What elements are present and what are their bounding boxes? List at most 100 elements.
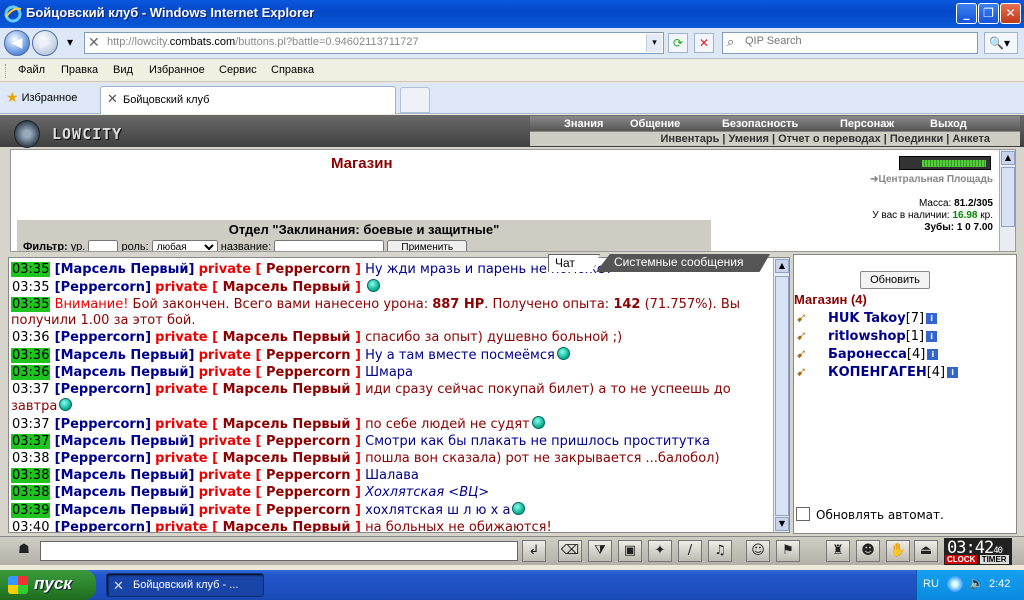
menu-file[interactable]: Файл: [18, 64, 45, 76]
user-row[interactable]: ➹ КОПЕНГАГЕН[4] i: [796, 365, 1006, 383]
start-button[interactable]: пуск: [0, 570, 96, 600]
chat-sender[interactable]: [Марсель Первый]: [55, 348, 195, 363]
chat-input[interactable]: [40, 541, 518, 561]
nav-exit[interactable]: Выход: [930, 118, 967, 130]
chat-sender[interactable]: [Марсель Первый]: [55, 503, 195, 518]
chat-scrollbar[interactable]: ▲ ▼: [773, 258, 789, 532]
tab-active[interactable]: ✕ Бойцовский клуб: [100, 86, 396, 114]
tab-chat[interactable]: Чат: [548, 254, 600, 272]
menu-edit[interactable]: Правка: [61, 64, 98, 76]
nav-communication[interactable]: Общение: [630, 118, 680, 130]
volume-icon[interactable]: 🔈: [969, 576, 984, 590]
spy-icon[interactable]: ☻: [856, 540, 880, 562]
clans-icon[interactable]: ⚑: [776, 540, 800, 562]
chat-time: 03:37: [11, 434, 51, 449]
tab-system-messages[interactable]: Системные сообщения: [596, 254, 770, 272]
address-dropdown-icon[interactable]: ▾: [646, 34, 662, 52]
menu-view[interactable]: Вид: [113, 64, 133, 76]
chat-sender[interactable]: [Peppercorn]: [55, 280, 151, 295]
fight-icon[interactable]: ✦: [648, 540, 672, 562]
user-nick: Баронесса: [828, 347, 907, 362]
search-go-button[interactable]: 🔍▾: [984, 32, 1018, 54]
filter-name-input[interactable]: [274, 240, 385, 251]
menu-tools[interactable]: Сервис: [219, 64, 257, 76]
language-indicator[interactable]: RU: [923, 578, 939, 590]
inventory-icon[interactable]: ♜: [826, 540, 850, 562]
scroll-up-icon[interactable]: ▲: [1001, 151, 1015, 165]
system-tray: RU 🔈 2:42: [916, 570, 1024, 600]
eraser-icon[interactable]: ⌫: [558, 540, 582, 562]
hand-icon[interactable]: ✋: [886, 540, 910, 562]
chat-scroll-up-icon[interactable]: ▲: [775, 259, 789, 273]
chat-sender[interactable]: [Марсель Первый]: [55, 262, 195, 277]
chat-sender[interactable]: [Peppercorn]: [55, 417, 151, 432]
user-row[interactable]: ➹ HUK Takoy[7] i: [796, 311, 1006, 329]
smiley-icon: [556, 347, 570, 360]
taskbar-task-ie[interactable]: ✕ Бойцовский клуб - ...: [106, 573, 264, 597]
ie-logo-icon: [4, 5, 22, 23]
chat-sender[interactable]: [Peppercorn]: [55, 382, 151, 397]
chat-line: 03:35 [Peppercorn] private [ Марсель Пер…: [11, 279, 771, 296]
private-icon[interactable]: /: [678, 540, 702, 562]
chat-sender[interactable]: [Марсель Первый]: [55, 365, 195, 380]
user-row[interactable]: ➹ Баронесса[4] i: [796, 347, 1006, 365]
scroll-thumb[interactable]: [1001, 167, 1015, 227]
search-input[interactable]: [745, 35, 965, 47]
private-label: private: [198, 434, 252, 449]
filter-level-input[interactable]: [88, 240, 119, 251]
sender-name: Peppercorn: [60, 330, 146, 345]
save-icon[interactable]: ▣: [618, 540, 642, 562]
search-box[interactable]: ⌕: [722, 32, 978, 54]
stop-icon[interactable]: ✕: [694, 33, 714, 53]
user-row[interactable]: ➹ ritlowshop[1] i: [796, 329, 1006, 347]
menu-favorites[interactable]: Избранное: [149, 64, 205, 76]
chat-line: 03:38 [Марсель Первый] private [ Pepperc…: [11, 485, 771, 501]
exit-icon[interactable]: ⏏: [914, 540, 938, 562]
history-dropdown-icon[interactable]: ▾: [60, 33, 80, 53]
info-icon[interactable]: i: [927, 349, 939, 360]
filter-role-select[interactable]: любая: [151, 240, 218, 251]
chat-sender[interactable]: [Марсель Первый]: [55, 485, 195, 500]
info-icon[interactable]: i: [947, 367, 959, 378]
sub-nav-links[interactable]: Инвентарь | Умения | Отчет о переводах |…: [660, 133, 990, 145]
speaker-icon[interactable]: ☗: [12, 540, 36, 562]
chat-sender[interactable]: [Марсель Первый]: [55, 468, 195, 483]
restore-button[interactable]: ❐: [978, 3, 999, 24]
chat-line: 03:38 [Марсель Первый] private [ Pepperc…: [11, 468, 771, 484]
shop-scrollbar[interactable]: ▲: [999, 150, 1015, 251]
info-icon[interactable]: i: [926, 331, 938, 342]
nav-knowledge[interactable]: Знания: [564, 118, 603, 130]
recipient-name: Марсель Первый: [222, 280, 351, 295]
forward-button[interactable]: ▶: [32, 30, 58, 56]
chat-scroll-down-icon[interactable]: ▼: [775, 517, 789, 531]
chat-sender[interactable]: [Марсель Первый]: [55, 434, 195, 449]
new-tab-button[interactable]: [400, 87, 430, 113]
nav-security[interactable]: Безопасность: [722, 118, 798, 130]
menu-help[interactable]: Справка: [271, 64, 314, 76]
network-icon[interactable]: [947, 576, 963, 592]
nav-character[interactable]: Персонаж: [840, 118, 894, 130]
minimize-button[interactable]: _: [956, 3, 977, 24]
chat-sender[interactable]: [Peppercorn]: [55, 330, 151, 345]
chat-sender[interactable]: [Peppercorn]: [55, 451, 151, 466]
private-tag: private [ Марсель Первый ]: [155, 330, 361, 345]
chat-message: Шалава: [365, 468, 419, 483]
favorites-button[interactable]: ★ Избранное: [6, 89, 77, 106]
send-icon[interactable]: ↲: [522, 540, 546, 562]
back-button[interactable]: ◀: [4, 30, 30, 56]
sound-icon[interactable]: ♫: [708, 540, 732, 562]
info-icon[interactable]: i: [926, 313, 938, 324]
refresh-icon[interactable]: ⟳: [668, 33, 688, 53]
close-button[interactable]: ✕: [1000, 3, 1021, 24]
auto-refresh[interactable]: Обновлять автомат.: [796, 507, 944, 522]
chat-time: 03:38: [11, 485, 51, 500]
auto-refresh-checkbox[interactable]: [796, 507, 810, 521]
chat-sender[interactable]: [Peppercorn]: [55, 520, 151, 532]
refresh-button[interactable]: Обновить: [860, 271, 930, 289]
address-bar[interactable]: ✕ http://lowcity.combats.com/buttons.pl?…: [84, 32, 664, 54]
filter-apply-button[interactable]: Применить: [387, 240, 468, 251]
location-link[interactable]: ➜Центральная Площадь: [870, 174, 993, 185]
smiles-icon[interactable]: ☺: [746, 540, 770, 562]
filter-icon[interactable]: ⧩: [588, 540, 612, 562]
chat-scroll-thumb[interactable]: [775, 276, 789, 516]
